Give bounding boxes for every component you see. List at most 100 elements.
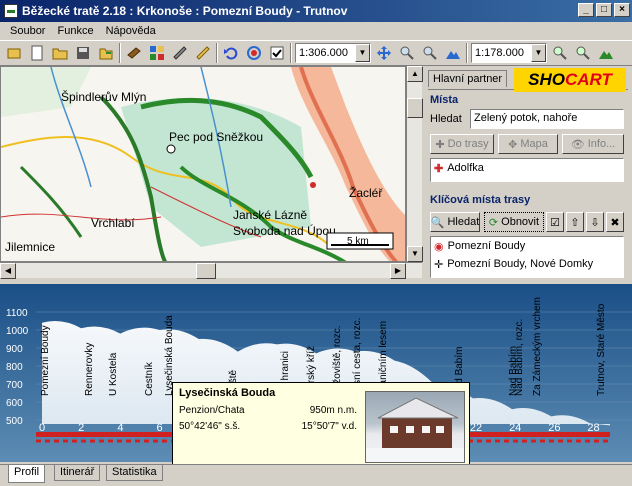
export-icon[interactable] xyxy=(96,43,116,63)
scroll-down-icon[interactable]: ▼ xyxy=(407,246,423,262)
chevron-down-icon[interactable]: ▼ xyxy=(531,44,546,62)
scale-bar-label: 5 km xyxy=(347,236,369,247)
map-label: Svoboda nad Úpou xyxy=(233,223,336,238)
partner-tabs: Hlavní partner SHOCART xyxy=(428,68,628,92)
map-label: Vrchlabí xyxy=(91,216,135,230)
zoom-out-profile-icon[interactable] xyxy=(573,43,593,63)
map-label: Pec pod Sněžkou xyxy=(169,130,263,144)
scroll-up-icon[interactable]: ▲ xyxy=(407,66,423,82)
crosshair-icon: ✛ xyxy=(434,258,444,271)
place-photo xyxy=(365,391,465,463)
obnovit-button[interactable]: ⟳ Obnovit xyxy=(484,212,544,232)
open-icon[interactable] xyxy=(4,43,24,63)
tab-itinerar[interactable]: Itinerář xyxy=(54,465,101,481)
folder-icon[interactable] xyxy=(50,43,70,63)
tab-profil[interactable]: Profil xyxy=(8,465,46,483)
y-tick-label: 800 xyxy=(6,362,23,373)
title-bar: Běžecké tratě 2.18 : Krkonoše : Pomezní … xyxy=(0,0,632,22)
map-scale-select[interactable]: 1:306.000 ▼ xyxy=(295,43,371,63)
y-tick-label: 600 xyxy=(6,398,23,409)
place-tooltip: Lysečinská Bouda Penzion/Chata 950m n.m.… xyxy=(172,382,470,466)
zoom-in-profile-icon[interactable] xyxy=(550,43,570,63)
places-list[interactable]: ✚ Adolfka xyxy=(430,158,624,182)
map-label: Janské Lázně xyxy=(233,208,307,222)
profile-place-label: Za Zámeckým vrchem xyxy=(532,297,543,396)
hledat-button[interactable]: 🔍 Hledat xyxy=(430,212,480,232)
tooltip-elevation: 950m n.m. xyxy=(309,405,357,416)
save-icon[interactable] xyxy=(73,43,93,63)
close-button[interactable]: × xyxy=(614,3,630,17)
zoom-out-map-icon[interactable] xyxy=(420,43,440,63)
minimize-button[interactable]: _ xyxy=(578,3,594,17)
chart-icon[interactable] xyxy=(596,43,616,63)
info-button[interactable]: 👁 Info... xyxy=(562,134,624,154)
arrow-up-icon[interactable]: ⇧ xyxy=(566,212,584,232)
book-icon[interactable] xyxy=(124,43,144,63)
list-item[interactable]: ✛ Pomezní Boudy, Nové Domky xyxy=(431,255,623,273)
tooltip-type: Penzion/Chata xyxy=(179,405,245,416)
map-canvas: Špindlerův Mlýn Pec pod Sněžkou Žacléř V… xyxy=(1,67,405,261)
target-icon: ◉ xyxy=(434,240,444,253)
profile-place-label: Rennerovky xyxy=(84,343,95,396)
measure-icon[interactable] xyxy=(193,43,213,63)
app-icon xyxy=(4,4,18,18)
y-tick-label: 1000 xyxy=(6,326,29,337)
side-panel: Hlavní partner SHOCART Místa Hledat Zele… xyxy=(424,66,632,282)
terrain-icon[interactable] xyxy=(443,43,463,63)
eye-icon: 👁 xyxy=(570,138,585,151)
zoom-in-map-icon[interactable] xyxy=(397,43,417,63)
scroll-left-icon[interactable]: ◀ xyxy=(0,263,16,279)
do-trasy-button[interactable]: ✚ Do trasy xyxy=(430,134,494,154)
new-icon[interactable] xyxy=(27,43,47,63)
map-view[interactable]: Špindlerův Mlýn Pec pod Sněžkou Žacléř V… xyxy=(0,66,406,262)
scroll-right-icon[interactable]: ▶ xyxy=(390,263,406,279)
tooltip-lat: 50°42'46" s.š. xyxy=(179,421,241,432)
profile-place-label: U Kostela xyxy=(108,352,119,396)
tab-statistika[interactable]: Statistika xyxy=(106,465,163,481)
y-tick-label: 900 xyxy=(6,344,23,355)
scroll-thumb[interactable] xyxy=(196,263,216,279)
mapa-button[interactable]: ✥ Mapa xyxy=(498,134,558,154)
search-icon: 🔍 xyxy=(430,216,445,229)
list-item[interactable]: ✚ Adolfka xyxy=(431,159,623,177)
scroll-thumb[interactable] xyxy=(407,98,423,118)
tooltip-lon: 15°50'7" v.d. xyxy=(301,421,357,432)
menu-napoveda[interactable]: Nápověda xyxy=(100,25,162,37)
search-input[interactable]: Zelený potok, nahoře xyxy=(470,109,624,129)
target-icon[interactable] xyxy=(244,43,264,63)
move-icon: ✥ xyxy=(508,138,518,151)
route-places-list[interactable]: ◉ Pomezní Boudy ✛ Pomezní Boudy, Nové Domk… xyxy=(430,236,624,278)
map-horizontal-scrollbar[interactable]: ◀ ▶ xyxy=(0,262,422,279)
list-item[interactable]: ◉ Pomezní Boudy xyxy=(431,237,623,255)
map-label: Jilemnice xyxy=(5,240,55,254)
profile-tabs: Profil Itinerář Statistika xyxy=(0,464,632,486)
chevron-down-icon[interactable]: ▼ xyxy=(355,44,370,62)
map-scale-value: 1:306.000 xyxy=(299,47,348,59)
maximize-button[interactable]: □ xyxy=(596,3,612,17)
mista-header: Místa xyxy=(430,94,459,106)
undo-icon[interactable] xyxy=(221,43,241,63)
map-label: Žacléř xyxy=(349,185,383,200)
ruler-icon[interactable] xyxy=(170,43,190,63)
map-vertical-scrollbar[interactable]: ▲ ▼ xyxy=(406,66,423,262)
tab-hlavni-partner[interactable]: Hlavní partner xyxy=(428,70,508,87)
y-tick-label: 500 xyxy=(6,416,23,427)
arrow-down-icon[interactable]: ⇩ xyxy=(586,212,604,232)
toolbar: 1:306.000 ▼ 1:178.000 ▼ xyxy=(0,40,632,66)
menu-soubor[interactable]: Soubor xyxy=(4,25,51,37)
delete-icon[interactable]: ✖ xyxy=(606,212,624,232)
klicova-mista-header: Klíčová místa trasy xyxy=(430,194,531,206)
y-tick-label: 700 xyxy=(6,380,23,391)
profile-scale-select[interactable]: 1:178.000 ▼ xyxy=(471,43,547,63)
profile-place-label: Pomezní Boudy xyxy=(40,325,51,396)
grid-icon[interactable] xyxy=(147,43,167,63)
map-label: Špindlerův Mlýn xyxy=(61,89,146,104)
profile-scale-value: 1:178.000 xyxy=(475,47,524,59)
move-map-icon[interactable] xyxy=(374,43,394,63)
shocart-logo: SHOCART xyxy=(514,68,626,92)
menu-funkce[interactable]: Funkce xyxy=(51,25,99,37)
check-icon[interactable]: ☑ xyxy=(546,212,564,232)
checklist-icon[interactable] xyxy=(267,43,287,63)
profile-place-label: Cestník xyxy=(144,361,155,396)
red-cross-icon: ✚ xyxy=(434,162,444,175)
